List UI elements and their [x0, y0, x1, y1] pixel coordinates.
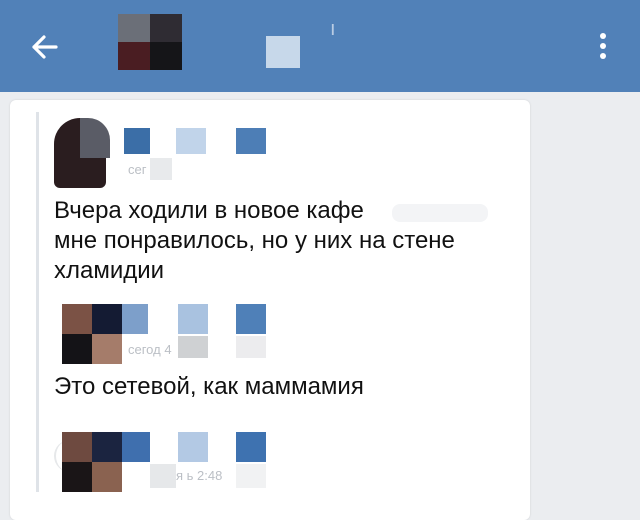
chat-title-fragment: ı: [330, 18, 336, 40]
chat-avatar[interactable]: [118, 14, 182, 70]
app-header: ı: [0, 0, 640, 92]
chat-title-blur: [266, 36, 300, 68]
redacted-text: [392, 204, 488, 222]
message-time: сегод 4: [128, 342, 172, 357]
more-vertical-icon[interactable]: [586, 26, 620, 66]
quote-rule: [36, 112, 39, 492]
message-text: Это сетевой, как маммамия: [54, 373, 364, 400]
arrow-left-icon[interactable]: [22, 24, 68, 70]
message-time: я ь 2:48: [176, 468, 223, 483]
message-time: сег: [128, 162, 147, 177]
